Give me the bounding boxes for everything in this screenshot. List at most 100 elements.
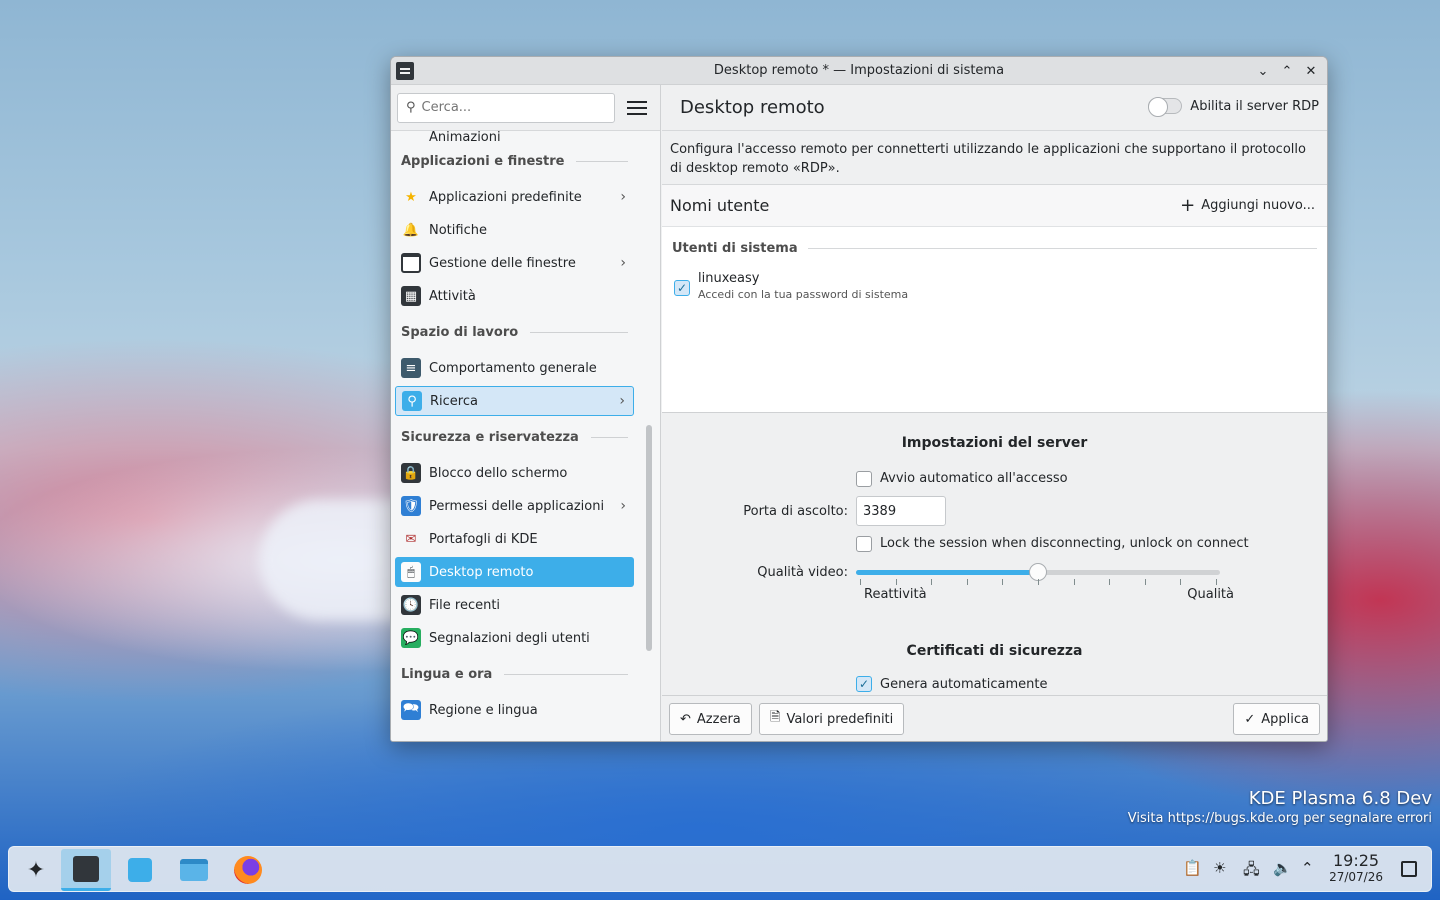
sidebar-item-applicazioni-predefinite[interactable]: ★ Applicazioni predefinite › bbox=[395, 182, 634, 212]
close-button[interactable]: ✕ bbox=[1301, 61, 1321, 81]
task-system-settings[interactable] bbox=[61, 849, 111, 891]
search-icon: ⚲ bbox=[406, 100, 416, 115]
volume-icon[interactable]: 🔈 bbox=[1273, 859, 1292, 877]
sidebar-category: Lingua e ora bbox=[391, 656, 638, 692]
defaults-button[interactable]: 🗎 Valori predefiniti bbox=[759, 703, 905, 735]
system-settings-app-icon[interactable] bbox=[396, 62, 414, 80]
undo-icon: ↶ bbox=[680, 711, 691, 727]
sidebar: ⚲ AnimazioniApplicazioni e finestre ★ Appl… bbox=[391, 85, 661, 741]
titlebar[interactable]: Desktop remoto * — Impostazioni di siste… bbox=[391, 57, 1327, 85]
sidebar-item-segnalazioni-degli-utenti[interactable]: 💬 Segnalazioni degli utenti bbox=[395, 623, 634, 653]
autostart-checkbox[interactable] bbox=[856, 470, 872, 487]
quality-max-label: Qualità bbox=[1187, 587, 1234, 602]
server-settings: Impostazioni del server Avvio automatico… bbox=[662, 429, 1327, 697]
digital-clock[interactable]: 19:25 27/07/26 bbox=[1329, 851, 1383, 885]
sidebar-item-regione-e-lingua[interactable]: 🗪 Regione e lingua bbox=[395, 695, 634, 725]
sidebar-category: Sicurezza e riservatezza bbox=[391, 419, 638, 455]
region-icon: 🗪 bbox=[401, 700, 421, 720]
chevron-down-icon: ⌄ bbox=[1257, 63, 1269, 79]
clock-time: 19:25 bbox=[1332, 851, 1380, 870]
network-icon[interactable]: 🖧 bbox=[1243, 859, 1260, 884]
sidebar-item-comportamento-generale[interactable]: ≡ Comportamento generale bbox=[395, 353, 634, 383]
sidebar-item-desktop-remoto[interactable]: 🖱 Desktop remoto bbox=[395, 557, 634, 587]
apply-button[interactable]: ✓ Applica bbox=[1233, 703, 1320, 735]
system-settings-window: Desktop remoto * — Impostazioni di siste… bbox=[390, 56, 1328, 742]
user-checkbox[interactable]: ✓ bbox=[674, 280, 690, 296]
video-quality-slider[interactable] bbox=[856, 562, 1220, 585]
star-icon: ★ bbox=[405, 189, 417, 205]
brightness-icon[interactable]: ☀ bbox=[1213, 859, 1226, 877]
defaults-label: Valori predefiniti bbox=[786, 711, 894, 727]
task-firefox[interactable] bbox=[223, 849, 273, 891]
sidebar-item-notifiche[interactable]: 🔔 Notifiche bbox=[395, 215, 634, 245]
chevron-right-icon: › bbox=[620, 255, 626, 271]
feedback-icon: 💬 bbox=[401, 628, 421, 648]
search-icon: ⚲ bbox=[402, 391, 422, 411]
port-label: Porta di ascolto: bbox=[743, 503, 848, 519]
firefox-icon bbox=[234, 856, 262, 884]
task-dolphin[interactable] bbox=[169, 849, 219, 891]
sidebar-item-label: File recenti bbox=[429, 597, 501, 613]
sidebar-item-label: Desktop remoto bbox=[429, 564, 534, 580]
sidebar-item-blocco-dello-schermo[interactable]: 🔒 Blocco dello schermo bbox=[395, 458, 634, 488]
clock-date: 27/07/26 bbox=[1329, 870, 1383, 884]
certificates-title: Certificati di sicurezza bbox=[906, 643, 1083, 659]
minimize-button[interactable]: ⌄ bbox=[1253, 61, 1273, 81]
enable-rdp-toggle[interactable]: Abilita il server RDP bbox=[1148, 97, 1319, 117]
toggle-switch[interactable] bbox=[1148, 97, 1183, 117]
search-input[interactable] bbox=[421, 100, 592, 115]
lock-session-checkbox[interactable] bbox=[856, 535, 872, 552]
video-quality-label: Qualità video: bbox=[757, 564, 848, 580]
discover-icon bbox=[128, 858, 152, 882]
users-heading: Nomi utente bbox=[670, 196, 770, 215]
search-field[interactable]: ⚲ bbox=[397, 92, 615, 123]
task-discover[interactable] bbox=[115, 849, 165, 891]
sidebar-item-label: Regione e lingua bbox=[429, 702, 538, 718]
show-hidden-tray-icon[interactable]: ⌃ bbox=[1301, 859, 1314, 877]
users-card: Nomi utente + Aggiungi nuovo... Utenti d… bbox=[662, 185, 1327, 413]
server-settings-title: Impostazioni del server bbox=[901, 435, 1088, 451]
sidebar-item-label: Comportamento generale bbox=[429, 360, 597, 376]
taskbar: ✦ 📋 ☀ 🖧 🔈 ⌃ 19:25 27/07/26 bbox=[8, 846, 1432, 892]
lock-screen-icon: 🔒 bbox=[401, 463, 421, 483]
activities-icon: ▦ bbox=[401, 286, 421, 306]
watermark-title: KDE Plasma 6.8 Dev bbox=[1248, 788, 1432, 809]
lock-session-label: Lock the session when disconnecting, unl… bbox=[880, 536, 1249, 551]
sidebar-scrollbar[interactable] bbox=[646, 425, 652, 651]
shield-icon: 🛡 bbox=[401, 496, 421, 516]
sidebar-item-permessi-delle-applicazioni[interactable]: 🛡 Permessi delle applicazioni › bbox=[395, 491, 634, 521]
sidebar-category: Applicazioni e finestre bbox=[391, 143, 638, 179]
system-users-group-title: Utenti di sistema bbox=[662, 227, 1327, 269]
list-item[interactable]: ✓ linuxeasy Accedi con la tua password d… bbox=[662, 269, 1327, 301]
folder-icon bbox=[180, 859, 208, 881]
autostart-label: Avvio automatico all'accesso bbox=[880, 471, 1068, 486]
autogen-cert-checkbox[interactable]: ✓ bbox=[856, 676, 872, 692]
sidebar-item-animations[interactable]: Animazioni bbox=[391, 131, 638, 143]
port-input[interactable]: 3389 bbox=[856, 496, 946, 526]
sidebar-item-label: Portafogli di KDE bbox=[429, 531, 538, 547]
clock-icon: 🕓 bbox=[401, 595, 421, 615]
sidebar-item-label: Attività bbox=[429, 288, 476, 304]
sidebar-item-label: Permessi delle applicazioni bbox=[429, 498, 605, 514]
reset-button[interactable]: ↶ Azzera bbox=[669, 703, 752, 735]
clipboard-icon[interactable]: 📋 bbox=[1183, 859, 1202, 877]
show-desktop-button[interactable] bbox=[1401, 861, 1417, 877]
remote-desktop-icon: 🖱 bbox=[401, 562, 421, 582]
apply-label: Applica bbox=[1261, 711, 1309, 727]
hamburger-menu-button[interactable] bbox=[627, 98, 647, 118]
sidebar-item-portafogli-di-kde[interactable]: ✉ Portafogli di KDE bbox=[395, 524, 634, 554]
sidebar-item-attivit-[interactable]: ▦ Attività bbox=[395, 281, 634, 311]
sidebar-item-gestione-delle-finestre[interactable]: Gestione delle finestre › bbox=[395, 248, 634, 278]
watermark-subtitle: Visita https://bugs.kde.org per segnalar… bbox=[1127, 811, 1432, 826]
slider-fill bbox=[856, 570, 1038, 575]
chevron-right-icon: › bbox=[620, 189, 626, 205]
application-launcher-button[interactable]: ✦ bbox=[11, 849, 61, 891]
sidebar-item-ricerca[interactable]: ⚲ Ricerca › bbox=[395, 386, 634, 416]
add-user-button[interactable]: + Aggiungi nuovo... bbox=[1180, 194, 1315, 216]
sidebar-item-file-recenti[interactable]: 🕓 File recenti bbox=[395, 590, 634, 620]
plus-icon: + bbox=[1180, 194, 1196, 216]
maximize-button[interactable]: ⌃ bbox=[1277, 61, 1297, 81]
sidebar-list: Animazioni Applicazioni e finestre ★ Applic… bbox=[391, 131, 638, 741]
sidebar-item-label: Blocco dello schermo bbox=[429, 465, 568, 481]
user-name: linuxeasy bbox=[698, 271, 760, 286]
